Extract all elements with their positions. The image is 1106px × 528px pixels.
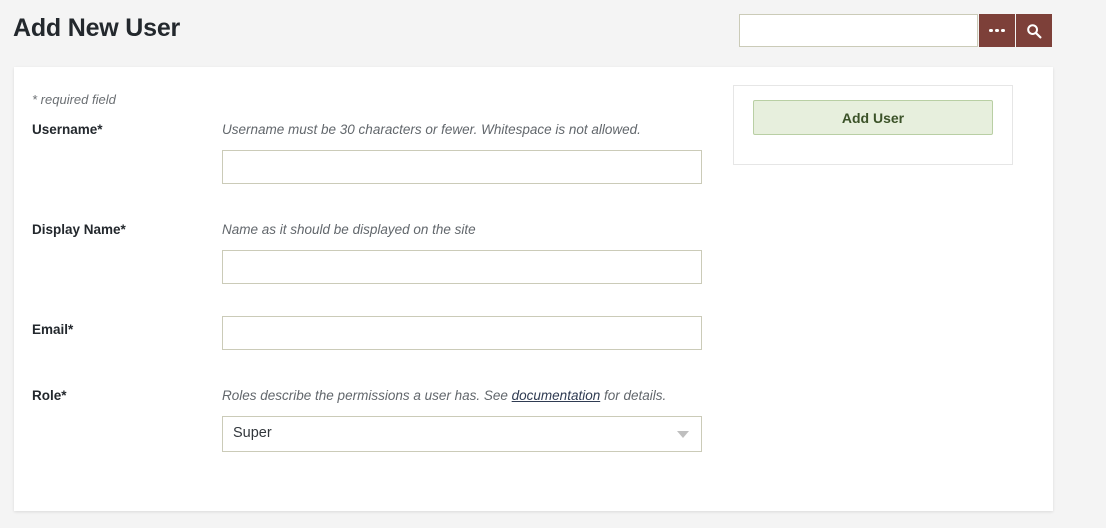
display-name-help-text: Name as it should be displayed on the si… [222,222,476,237]
search-bar [739,14,1052,47]
email-label: Email* [32,322,74,337]
page-header: Add New User [0,0,1106,67]
page-title: Add New User [13,14,181,42]
more-options-button[interactable] [979,14,1015,47]
username-help-text: Username must be 30 characters or fewer.… [222,122,641,137]
submit-panel: Add User [733,85,1013,165]
display-name-input[interactable] [222,250,702,284]
role-label: Role* [32,388,67,403]
username-input[interactable] [222,150,702,184]
role-help-text-before: Roles describe the permissions a user ha… [222,388,512,403]
required-field-note: * required field [32,92,116,107]
role-select-value: Super [233,425,272,441]
display-name-label: Display Name* [32,222,126,237]
search-icon [1027,23,1042,38]
search-input[interactable] [739,14,978,47]
role-select[interactable]: Super [222,416,702,452]
username-label: Username* [32,122,103,137]
ellipsis-icon [989,28,1005,33]
role-help-text: Roles describe the permissions a user ha… [222,387,666,404]
chevron-down-icon [677,431,689,438]
add-user-button[interactable]: Add User [753,100,993,135]
email-input[interactable] [222,316,702,350]
search-button[interactable] [1016,14,1052,47]
documentation-link[interactable]: documentation [512,388,601,403]
role-help-text-after: for details. [600,388,667,403]
content-card: * required field Username* Username must… [14,67,1053,511]
